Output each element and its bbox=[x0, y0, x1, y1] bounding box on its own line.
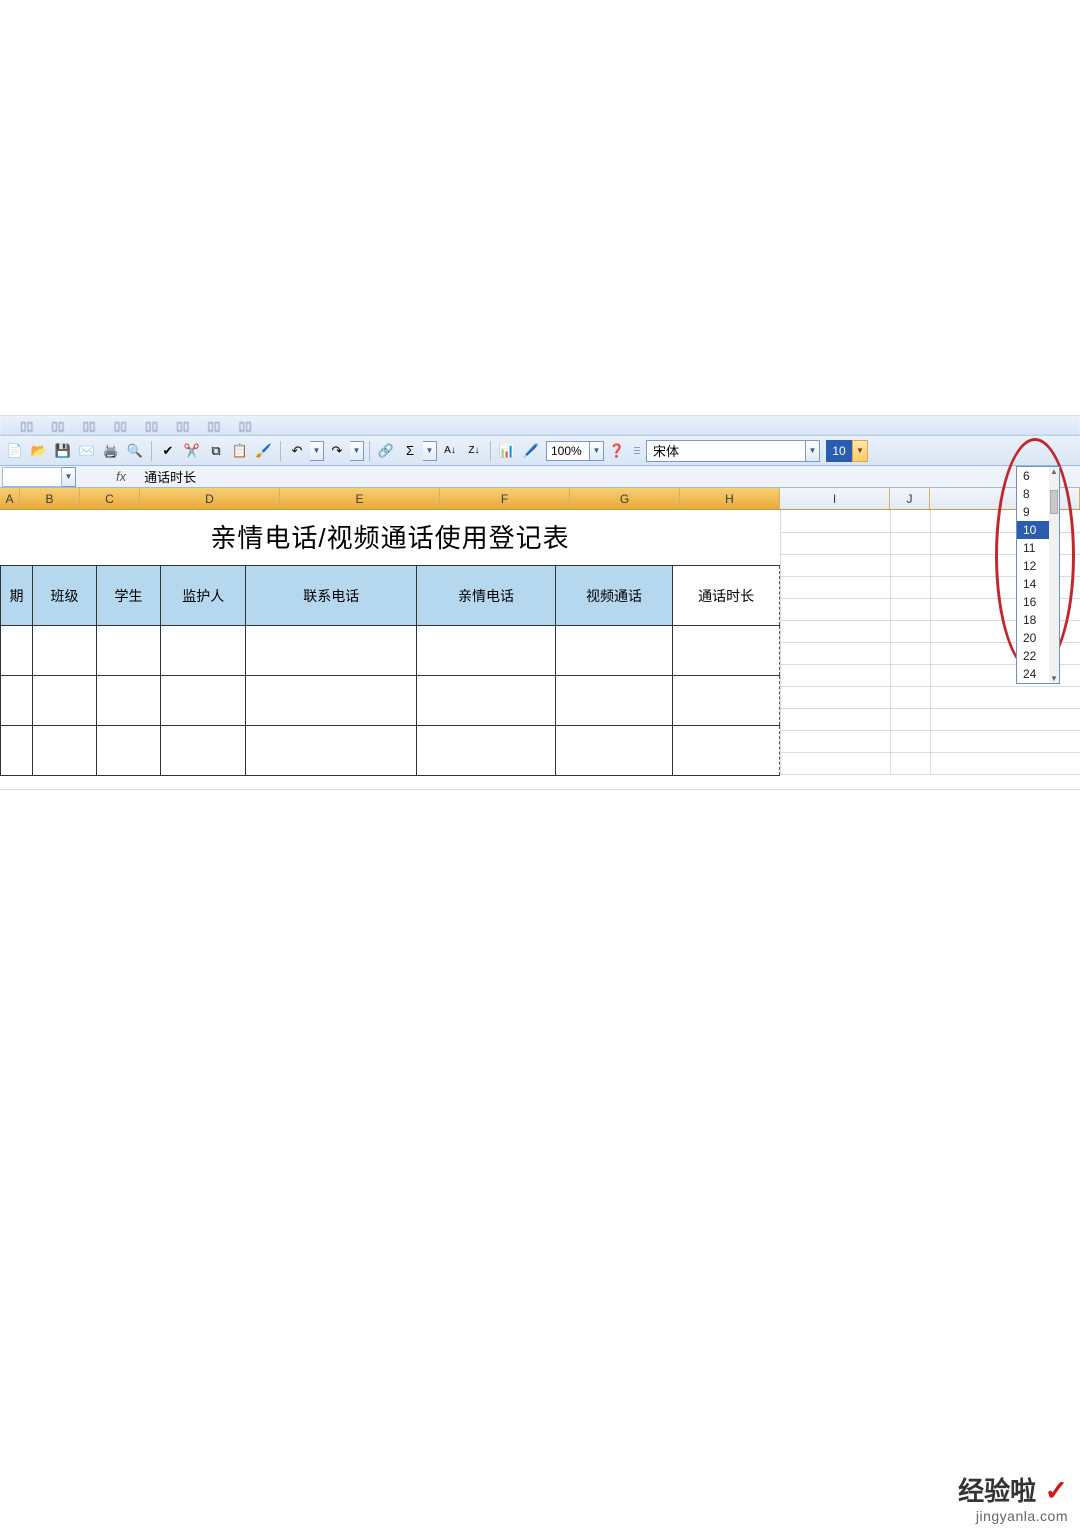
table-header[interactable]: 亲情电话 bbox=[417, 566, 556, 626]
separator bbox=[490, 441, 491, 461]
mail-icon[interactable]: ✉️ bbox=[76, 440, 98, 462]
col-header-I[interactable]: I bbox=[780, 488, 890, 509]
new-icon[interactable]: 📄 bbox=[4, 440, 26, 462]
scroll-down-icon[interactable]: ▼ bbox=[1050, 674, 1058, 683]
table-header[interactable]: 监护人 bbox=[161, 566, 246, 626]
font-size-input[interactable]: 10 bbox=[826, 440, 852, 462]
table-header[interactable]: 通话时长 bbox=[673, 566, 780, 626]
formula-value[interactable]: 通话时长 bbox=[144, 467, 196, 486]
font-size-control[interactable]: 10 ▼ bbox=[826, 440, 868, 462]
column-headers: A B C D E F G H I J bbox=[0, 488, 1080, 510]
menu-item[interactable]: ▯▯ bbox=[20, 419, 33, 433]
open-icon[interactable]: 📂 bbox=[28, 440, 50, 462]
redo-dropdown[interactable]: ▼ bbox=[350, 441, 364, 461]
col-header-J[interactable]: J bbox=[890, 488, 930, 509]
col-header-D[interactable]: D bbox=[140, 488, 280, 509]
link-icon[interactable]: 🔗 bbox=[375, 440, 397, 462]
spreadsheet-grid[interactable]: 亲情电话/视频通话使用登记表 期 班级 学生 监护人 联系电话 亲情电话 视频通… bbox=[0, 510, 1080, 775]
scroll-up-icon[interactable]: ▲ bbox=[1050, 467, 1058, 476]
sheet-title: 亲情电话/视频通话使用登记表 bbox=[0, 510, 780, 562]
undo-dropdown[interactable]: ▼ bbox=[310, 441, 324, 461]
menu-bar[interactable]: ▯▯ ▯▯ ▯▯ ▯▯ ▯▯ ▯▯ ▯▯ ▯▯ bbox=[0, 416, 1080, 436]
format-painter-icon[interactable]: 🖌️ bbox=[253, 440, 275, 462]
col-header-F[interactable]: F bbox=[440, 488, 570, 509]
font-name-input[interactable]: 宋体 bbox=[646, 440, 806, 462]
copy-icon[interactable]: ⧉ bbox=[205, 440, 227, 462]
menu-item[interactable]: ▯▯ bbox=[145, 419, 158, 433]
separator bbox=[151, 441, 152, 461]
menu-item[interactable]: ▯▯ bbox=[239, 419, 252, 433]
col-header-H[interactable]: H bbox=[680, 488, 780, 509]
drawing-icon[interactable]: 🖊️ bbox=[520, 440, 542, 462]
redo-icon[interactable]: ↷ bbox=[326, 440, 348, 462]
menu-item[interactable]: ▯▯ bbox=[176, 419, 189, 433]
font-name-dropdown[interactable]: ▼ bbox=[806, 440, 820, 462]
sum-dropdown[interactable]: ▼ bbox=[423, 441, 437, 461]
table-row[interactable] bbox=[1, 676, 780, 726]
scroll-thumb[interactable] bbox=[1050, 490, 1058, 514]
preview-icon[interactable]: 🔍 bbox=[124, 440, 146, 462]
table-header[interactable]: 联系电话 bbox=[246, 566, 417, 626]
name-box[interactable] bbox=[2, 467, 62, 487]
toolbar-grip[interactable] bbox=[634, 441, 640, 461]
separator bbox=[369, 441, 370, 461]
chart-icon[interactable]: 📊 bbox=[496, 440, 518, 462]
dropdown-scrollbar[interactable]: ▲ ▼ bbox=[1049, 467, 1059, 683]
name-box-dropdown[interactable]: ▼ bbox=[62, 467, 76, 487]
menu-item[interactable]: ▯▯ bbox=[114, 419, 127, 433]
cut-icon[interactable]: ✂️ bbox=[181, 440, 203, 462]
check-icon: ✓ bbox=[1045, 1475, 1068, 1506]
fx-label[interactable]: fx bbox=[116, 469, 126, 484]
zoom-value[interactable]: 100% bbox=[546, 441, 590, 461]
table-header[interactable]: 视频通话 bbox=[555, 566, 672, 626]
paste-icon[interactable]: 📋 bbox=[229, 440, 251, 462]
separator bbox=[280, 441, 281, 461]
watermark-brand: 经验啦 bbox=[958, 1476, 1036, 1506]
watermark: 经验啦 ✓ jingyanla.com bbox=[958, 1471, 1068, 1524]
table-header[interactable]: 期 bbox=[1, 566, 33, 626]
sort-asc-icon[interactable]: A↓ bbox=[439, 440, 461, 462]
formula-bar: ▼ fx 通话时长 bbox=[0, 466, 1080, 488]
menu-item[interactable]: ▯▯ bbox=[207, 419, 220, 433]
help-icon[interactable]: ❓ bbox=[606, 440, 628, 462]
font-name-control[interactable]: 宋体 ▼ bbox=[646, 440, 820, 462]
zoom-dropdown[interactable]: ▼ bbox=[590, 441, 604, 461]
menu-item[interactable]: ▯▯ bbox=[51, 419, 64, 433]
spreadsheet-screenshot: ▯▯ ▯▯ ▯▯ ▯▯ ▯▯ ▯▯ ▯▯ ▯▯ 📄 📂 💾 ✉️ 🖨️ 🔍 ✔ … bbox=[0, 415, 1080, 790]
table-row[interactable] bbox=[1, 626, 780, 676]
table-row[interactable] bbox=[1, 726, 780, 776]
table-header[interactable]: 学生 bbox=[97, 566, 161, 626]
standard-toolbar: 📄 📂 💾 ✉️ 🖨️ 🔍 ✔ ✂️ ⧉ 📋 🖌️ ↶ ▼ ↷ ▼ 🔗 Σ ▼ … bbox=[0, 436, 1080, 466]
col-header-G[interactable]: G bbox=[570, 488, 680, 509]
registration-table: 期 班级 学生 监护人 联系电话 亲情电话 视频通话 通话时长 bbox=[0, 565, 780, 776]
font-size-dropdown-button[interactable]: ▼ bbox=[852, 440, 868, 462]
undo-icon[interactable]: ↶ bbox=[286, 440, 308, 462]
col-header-A[interactable]: A bbox=[0, 488, 20, 509]
col-header-E[interactable]: E bbox=[280, 488, 440, 509]
watermark-url: jingyanla.com bbox=[958, 1508, 1068, 1524]
col-header-C[interactable]: C bbox=[80, 488, 140, 509]
sort-desc-icon[interactable]: Z↓ bbox=[463, 440, 485, 462]
print-icon[interactable]: 🖨️ bbox=[100, 440, 122, 462]
zoom-control[interactable]: 100% ▼ bbox=[546, 441, 604, 461]
save-icon[interactable]: 💾 bbox=[52, 440, 74, 462]
table-header[interactable]: 班级 bbox=[33, 566, 97, 626]
spellcheck-icon[interactable]: ✔ bbox=[157, 440, 179, 462]
sum-icon[interactable]: Σ bbox=[399, 440, 421, 462]
col-header-B[interactable]: B bbox=[20, 488, 80, 509]
menu-item[interactable]: ▯▯ bbox=[82, 419, 95, 433]
font-size-dropdown-list[interactable]: 6 8 9 10 11 12 14 16 18 20 22 24 ▲ ▼ bbox=[1016, 466, 1060, 684]
